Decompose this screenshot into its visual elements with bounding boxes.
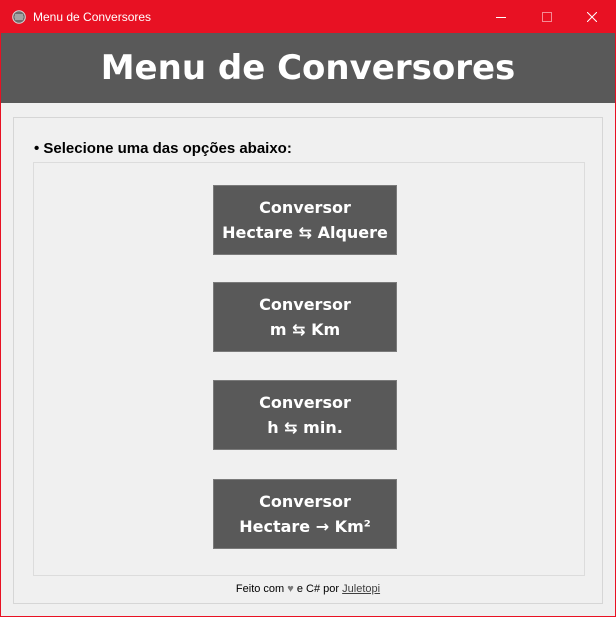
footer-prefix: Feito com bbox=[235, 583, 285, 595]
author-link[interactable]: Juletopi bbox=[342, 583, 380, 595]
button-line-1: Conversor bbox=[259, 393, 351, 412]
button-line-2: h ⇆ min. bbox=[267, 418, 343, 437]
app-window: Menu de Conversores Menu de Conversores … bbox=[0, 0, 616, 617]
page-title: Menu de Conversores bbox=[100, 48, 516, 88]
close-button[interactable] bbox=[569, 1, 615, 33]
button-line-1: Conversor bbox=[259, 492, 351, 511]
button-line-1: Conversor bbox=[259, 198, 351, 217]
main-panel: • Selecione uma das opções abaixo: Conve… bbox=[13, 117, 603, 604]
button-line-2: m ⇆ Km bbox=[269, 320, 341, 339]
minimize-icon bbox=[496, 17, 506, 18]
m-km-converter-button[interactable]: Conversor m ⇆ Km bbox=[213, 282, 397, 352]
close-icon bbox=[587, 12, 597, 22]
h-min-converter-button[interactable]: Conversor h ⇆ min. bbox=[213, 380, 397, 450]
minimize-button[interactable] bbox=[478, 1, 524, 33]
button-line-2: Hectare ⇆ Alquere bbox=[222, 223, 388, 242]
button-line-1: Conversor bbox=[259, 295, 351, 314]
title-bar[interactable]: Menu de Conversores bbox=[1, 1, 615, 33]
instruction-label: • Selecione uma das opções abaixo: bbox=[34, 140, 292, 157]
header-banner: Menu de Conversores bbox=[1, 33, 615, 103]
app-icon bbox=[12, 10, 26, 24]
window-title: Menu de Conversores bbox=[33, 10, 152, 24]
maximize-icon bbox=[542, 12, 552, 22]
hectare-alquere-converter-button[interactable]: Conversor Hectare ⇆ Alquere bbox=[213, 185, 397, 255]
hectare-km2-converter-button[interactable]: Conversor Hectare → Km² bbox=[213, 479, 397, 549]
options-group: Conversor Hectare ⇆ Alquere Conversor m … bbox=[33, 162, 585, 576]
button-line-2: Hectare → Km² bbox=[239, 517, 371, 536]
maximize-button bbox=[524, 1, 570, 33]
footer-middle: e C# por bbox=[296, 583, 340, 595]
heart-icon: ♥ bbox=[287, 583, 294, 595]
footer: Feito com ♥ e C# por Juletopi bbox=[14, 583, 602, 595]
